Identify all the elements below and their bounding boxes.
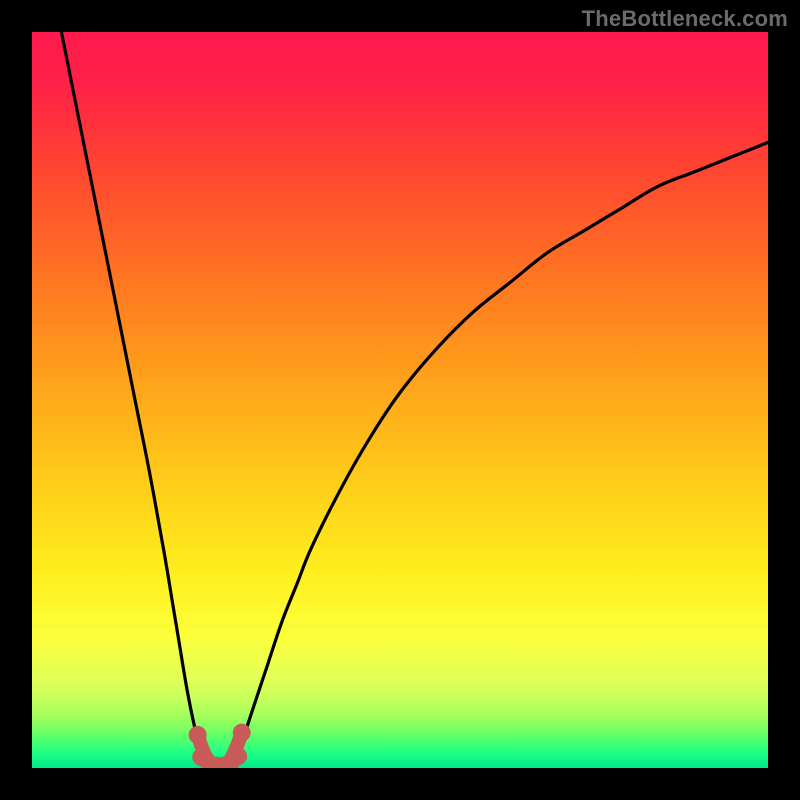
plot-area	[32, 32, 768, 768]
highlight-endpoint	[189, 726, 207, 744]
chart-svg	[32, 32, 768, 768]
gradient-background	[32, 32, 768, 768]
highlight-endpoint	[233, 724, 251, 742]
chart-frame: TheBottleneck.com	[0, 0, 800, 800]
highlight-endpoint	[192, 748, 210, 766]
highlight-endpoint	[229, 747, 247, 765]
watermark-text: TheBottleneck.com	[582, 6, 788, 32]
